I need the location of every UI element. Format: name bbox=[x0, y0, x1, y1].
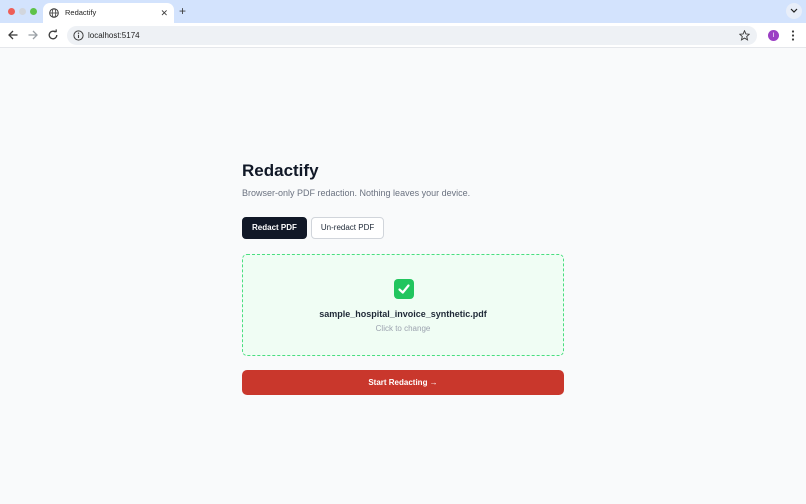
more-menu-icon[interactable] bbox=[789, 29, 797, 42]
page-title: Redactify bbox=[242, 161, 319, 180]
file-dropzone[interactable]: sample_hospital_invoice_synthetic.pdf Cl… bbox=[242, 254, 564, 356]
page-subtitle: Browser-only PDF redaction. Nothing leav… bbox=[242, 188, 471, 198]
forward-arrow-icon[interactable] bbox=[27, 29, 39, 41]
info-icon[interactable] bbox=[73, 30, 84, 41]
chevron-down-icon bbox=[790, 8, 798, 13]
close-window-button[interactable] bbox=[8, 8, 15, 15]
start-redacting-button[interactable]: Start Redacting → bbox=[242, 370, 564, 395]
tab-close-icon[interactable]: ✕ bbox=[160, 7, 168, 19]
redactify-app: Redactify Browser-only PDF redaction. No… bbox=[242, 160, 564, 395]
back-arrow-icon[interactable] bbox=[7, 29, 19, 41]
change-file-hint: Click to change bbox=[375, 324, 431, 333]
mode-switcher: Redact PDF Un-redact PDF bbox=[242, 217, 564, 239]
browser-tab[interactable]: Redactify ✕ bbox=[43, 3, 174, 23]
unredact-pdf-tab[interactable]: Un-redact PDF bbox=[310, 217, 385, 239]
bookmark-star-icon[interactable] bbox=[739, 30, 750, 41]
selected-file-name: sample_hospital_invoice_synthetic.pdf bbox=[319, 309, 487, 319]
profile-avatar[interactable]: I bbox=[768, 30, 779, 41]
new-tab-button[interactable]: + bbox=[179, 4, 186, 18]
reload-icon[interactable] bbox=[47, 29, 59, 41]
tab-search-button[interactable] bbox=[786, 3, 802, 19]
minimize-window-button[interactable] bbox=[19, 8, 26, 15]
browser-toolbar: localhost:5174 bbox=[0, 23, 806, 48]
maximize-window-button[interactable] bbox=[30, 8, 37, 15]
tab-title: Redactify bbox=[65, 8, 97, 17]
url-text: localhost:5174 bbox=[88, 31, 140, 40]
check-mark-icon bbox=[394, 279, 414, 299]
redact-pdf-tab[interactable]: Redact PDF bbox=[242, 217, 307, 239]
globe-icon bbox=[49, 8, 59, 18]
tab-bar: Redactify ✕ + bbox=[0, 0, 806, 23]
address-bar[interactable]: localhost:5174 bbox=[67, 26, 757, 45]
